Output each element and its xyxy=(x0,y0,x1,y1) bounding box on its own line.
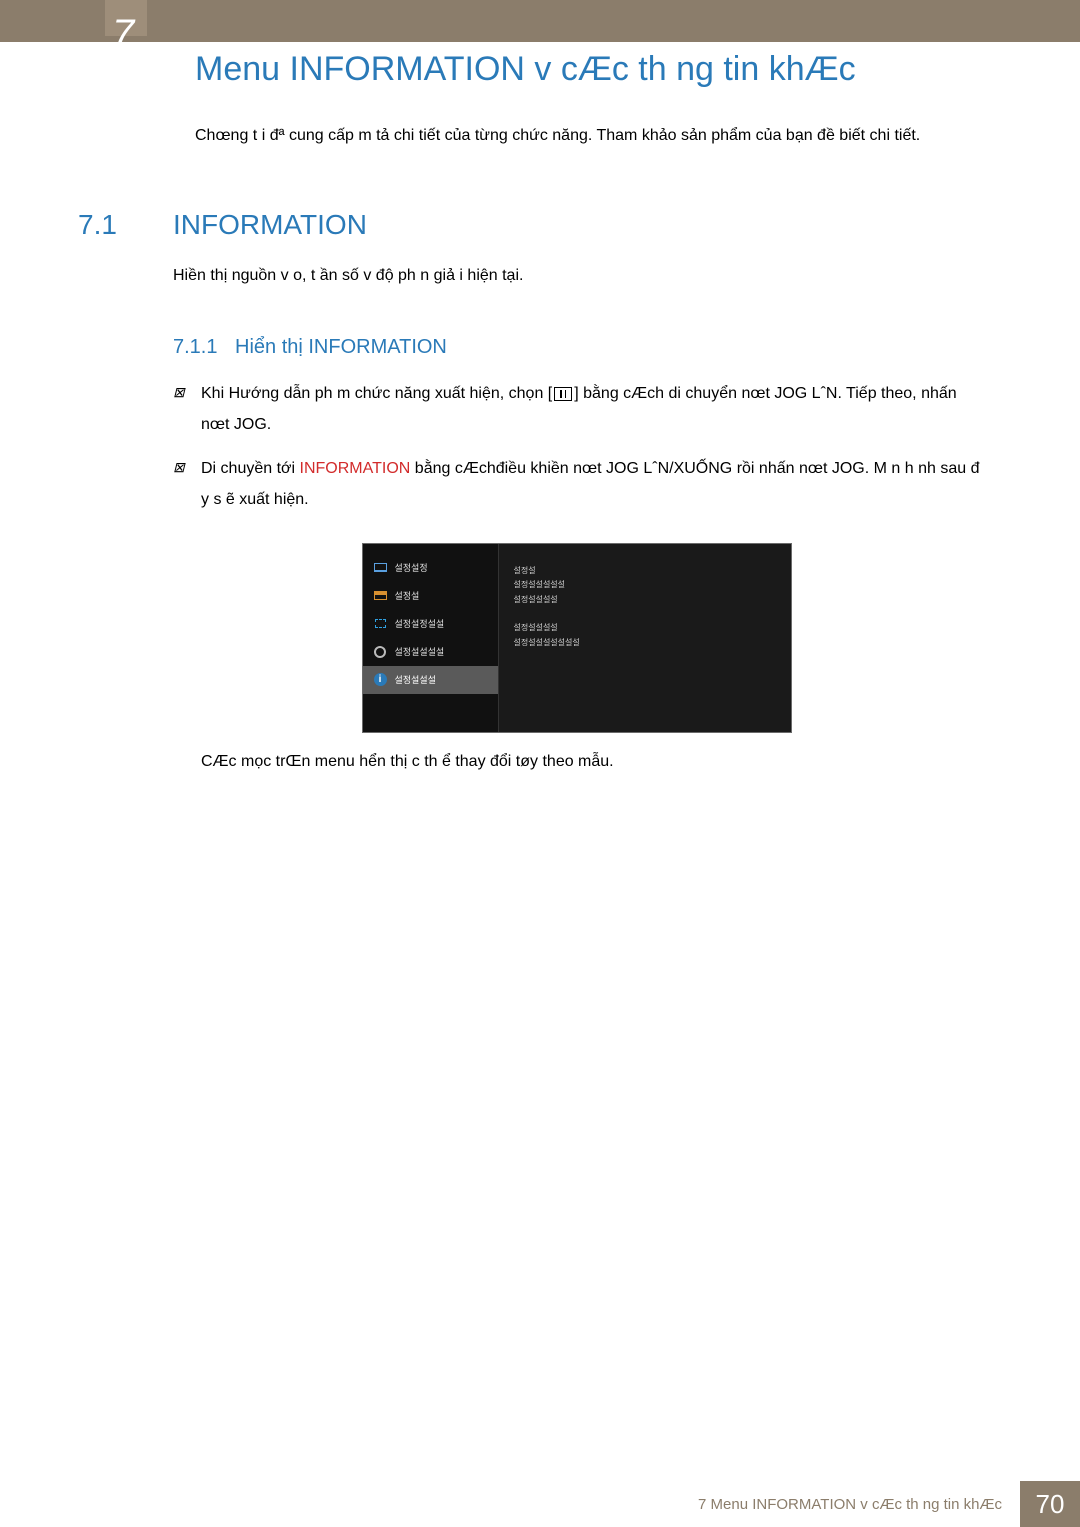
osd-label-2: 설정설 xyxy=(395,589,420,602)
step-marker-icon: ⊠ xyxy=(173,379,201,440)
step-marker-icon: ⊠ xyxy=(173,454,201,515)
info-icon: i xyxy=(373,674,388,686)
section-para: Hiền thị nguồn v o, t ần số v độ ph n gi… xyxy=(173,263,980,289)
osd-label-3: 설정설정설설 xyxy=(395,617,445,630)
menu-icon xyxy=(554,387,572,401)
note-row: CÆc mọc trŒn menu hển thị c th ể thay đổ… xyxy=(173,753,980,771)
step2-highlight: INFORMATION xyxy=(300,460,411,477)
footer-page-number: 70 xyxy=(1020,1481,1080,1527)
osd-item-settings: 설정설설설설 xyxy=(363,638,498,666)
gear-icon xyxy=(373,646,388,658)
step-1: ⊠ Khi Hướng dẫn ph m chức năng xuất hiện… xyxy=(173,379,980,440)
osd-item-information: i 설정설설설 xyxy=(363,666,498,694)
frame-icon xyxy=(373,590,388,602)
monitor-icon xyxy=(373,562,388,574)
page-footer: 7 Menu INFORMATION v cÆc th ng tin khÆc … xyxy=(698,1481,1080,1527)
step-list: ⊠ Khi Hướng dẫn ph m chức năng xuất hiện… xyxy=(173,379,980,515)
osd-right-l5: 설정설설설설설설설 xyxy=(514,636,776,650)
osd-right-l4: 설정설설설설 xyxy=(514,621,776,635)
step-2: ⊠ Di chuyền tới INFORMATION bằng cÆchđiề… xyxy=(173,454,980,515)
content-area: Menu INFORMATION v cÆc th ng tin khÆc Ch… xyxy=(0,50,1080,771)
osd-item-resize: 설정설정설설 xyxy=(363,610,498,638)
step-2-text: Di chuyền tới INFORMATION bằng cÆchđiều … xyxy=(201,454,980,515)
step-1-text: Khi Hướng dẫn ph m chức năng xuất hiện, … xyxy=(201,379,980,440)
osd-right-l3: 설정설설설설 xyxy=(514,593,776,607)
osd-label-1: 설정설정 xyxy=(395,561,428,574)
subsection-title: Hiển thị INFORMATION xyxy=(235,336,447,359)
osd-panel: 설정설 설정설설설설설 설정설설설설 설정설설설설 설정설설설설설설설 xyxy=(498,544,791,732)
section-title: INFORMATION xyxy=(173,209,367,241)
step2-part-a: Di chuyền tới xyxy=(201,460,300,477)
step1-part-a: Khi Hướng dẫn ph m chức năng xuất hiện, … xyxy=(201,385,552,402)
osd-label-5: 설정설설설 xyxy=(395,673,436,686)
subsection-heading: 7.1.1 Hiển thị INFORMATION xyxy=(173,336,980,359)
resize-icon xyxy=(373,618,388,630)
osd-sidebar: 설정설정 설정설 설정설정설설 설정설설설설 i 설정설설설 xyxy=(363,544,498,732)
osd-right-l2: 설정설설설설설 xyxy=(514,578,776,592)
osd-label-4: 설정설설설설 xyxy=(395,645,445,658)
subsection-number: 7.1.1 xyxy=(173,336,235,359)
intro-text: Chœng t i đª cung cấp m tả chi tiết của … xyxy=(195,124,940,149)
osd-right-l1: 설정설 xyxy=(514,564,776,578)
osd-item-picture: 설정설정 xyxy=(363,554,498,582)
page-title: Menu INFORMATION v cÆc th ng tin khÆc xyxy=(195,50,980,89)
osd-item-color: 설정설 xyxy=(363,582,498,610)
osd-menu: 설정설정 설정설 설정설정설설 설정설설설설 i 설정설설설 xyxy=(362,543,792,733)
note-text: CÆc mọc trŒn menu hển thị c th ể thay đổ… xyxy=(201,753,614,771)
osd-screenshot-wrap: 설정설정 설정설 설정설정설설 설정설설설설 i 설정설설설 xyxy=(173,543,980,733)
chapter-number: 7 xyxy=(112,12,134,57)
section-heading: 7.1 INFORMATION xyxy=(100,209,980,241)
footer-text: 7 Menu INFORMATION v cÆc th ng tin khÆc xyxy=(698,1496,1020,1513)
section-number: 7.1 xyxy=(78,209,173,241)
page-header-bar: 7 xyxy=(0,0,1080,42)
